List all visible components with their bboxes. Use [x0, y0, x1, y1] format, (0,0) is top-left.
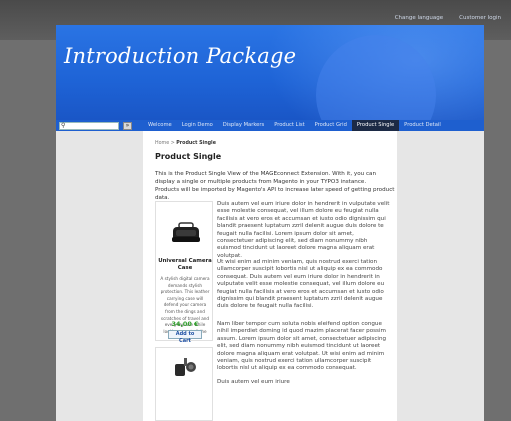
intro-text: This is the Product Single View of the M… — [155, 170, 395, 202]
body-paragraph: Ut wisi enim ad minim veniam, quis nostr… — [217, 259, 385, 310]
search-button[interactable]: » — [123, 122, 132, 130]
nav-item-product-grid[interactable]: Product Grid — [310, 120, 352, 131]
main-content: Home > Product Single Product Single Thi… — [143, 131, 397, 421]
breadcrumb: Home > Product Single — [155, 141, 216, 146]
nav-items: Welcome Login Demo Display Markers Produ… — [143, 120, 446, 131]
customer-login-link[interactable]: Customer login — [459, 15, 501, 21]
body-paragraph: Nam liber tempor cum soluta nobis eleife… — [217, 321, 387, 372]
nav-item-product-list[interactable]: Product List — [269, 120, 309, 131]
nav-item-welcome[interactable]: Welcome — [143, 120, 177, 131]
left-sidebar — [56, 131, 143, 421]
nav-item-product-single[interactable]: Product Single — [351, 120, 400, 131]
breadcrumb-current: Product Single — [176, 141, 216, 146]
right-sidebar — [397, 131, 484, 421]
site-title: Introduction Package — [64, 44, 297, 68]
camera-bag-icon[interactable] — [170, 222, 202, 244]
intro-paragraph: This is the Product Single View of the M… — [155, 171, 376, 185]
product-price: 34,00 € — [171, 320, 199, 328]
header-banner: Introduction Package — [56, 25, 484, 120]
top-links: Change language Customer login — [395, 15, 501, 21]
site-container: Introduction Package ⚲ » Welcome Login D… — [56, 25, 484, 421]
product-photo-icon[interactable] — [170, 356, 200, 380]
breadcrumb-home[interactable]: Home — [155, 141, 169, 146]
breadcrumb-separator: > — [170, 141, 175, 146]
product-card — [155, 347, 213, 421]
body-paragraph: Duis autem vel eum iriure — [217, 379, 290, 385]
search-icon: ⚲ — [61, 122, 66, 129]
body-paragraph: Duis autem vel eum iriure dolor in hendr… — [217, 201, 390, 259]
search-input[interactable]: ⚲ — [59, 122, 119, 130]
change-language-link[interactable]: Change language — [395, 15, 443, 21]
product-card: Universal Camera Case A stylish digital … — [155, 201, 213, 344]
page-title: Product Single — [155, 152, 222, 161]
nav-item-display-markers[interactable]: Display Markers — [218, 120, 269, 131]
intro-paragraph: Products will be imported by Magento's A… — [155, 187, 395, 201]
nav-item-product-detail[interactable]: Product Detail — [399, 120, 446, 131]
add-to-cart-button[interactable]: Add to Cart — [168, 330, 202, 344]
nav-item-login-demo[interactable]: Login Demo — [177, 120, 218, 131]
product-name[interactable]: Universal Camera Case — [158, 258, 212, 272]
main-navigation: ⚲ » Welcome Login Demo Display Markers P… — [56, 120, 484, 131]
